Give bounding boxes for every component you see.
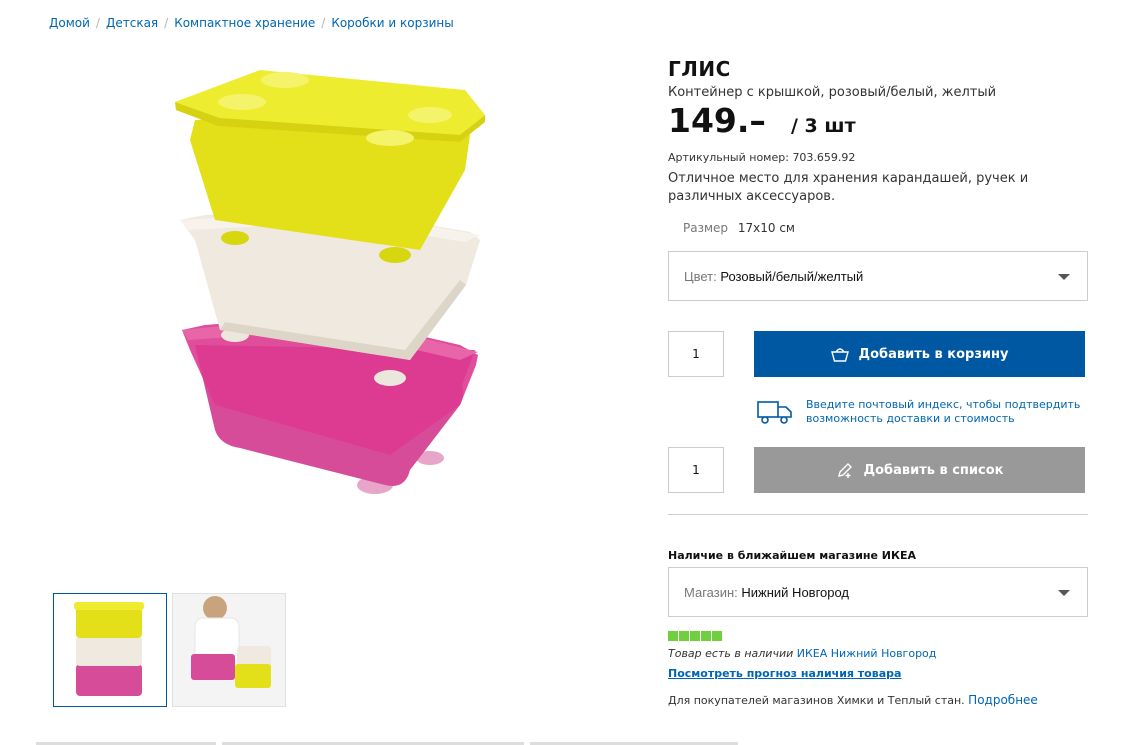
list-add-icon [836, 461, 854, 479]
stock-level-segment [701, 631, 711, 641]
color-select-value: Розовый/белый/желтый [720, 269, 864, 284]
thumbnail-lifestyle[interactable] [172, 593, 286, 707]
add-to-cart-label: Добавить в корзину [858, 346, 1009, 362]
stock-level-segment [690, 631, 700, 641]
stock-store-link[interactable]: ИКЕА Нижний Новгород [797, 647, 937, 660]
product-price: 149.– [668, 101, 766, 140]
store-note-text: Для покупателей магазинов Химки и Теплый… [668, 694, 965, 707]
availability-title: Наличие в ближайшем магазине ИКЕА [668, 549, 917, 562]
basket-icon [830, 346, 849, 362]
delivery-check[interactable]: Введите почтовый индекс, чтобы подтверди… [756, 398, 1086, 426]
thumbnail-child-image [173, 594, 285, 706]
breadcrumb-kids[interactable]: Детская [106, 16, 158, 30]
product-main-image[interactable] [160, 60, 500, 510]
breadcrumb-boxes-baskets[interactable]: Коробки и корзины [331, 16, 453, 30]
store-select[interactable]: Магазин: Нижний Новгород [668, 567, 1088, 617]
product-subtitle: Контейнер с крышкой, розовый/белый, желт… [668, 85, 997, 100]
stock-forecast-link[interactable]: Посмотреть прогноз наличия товара [668, 667, 901, 680]
stock-level-segment [679, 631, 689, 641]
add-to-list-button[interactable]: Добавить в список [754, 447, 1085, 493]
stock-status: Товар есть в наличии ИКЕА Нижний Новгоро… [668, 647, 936, 660]
article-label: Артикульный номер: [668, 151, 789, 164]
color-select[interactable]: Цвет: Розовый/белый/желтый [668, 251, 1088, 301]
add-to-list-label: Добавить в список [863, 462, 1004, 478]
breadcrumb: Домой / Детская / Компактное хранение / Коробк… [49, 16, 454, 30]
stacked-containers-image [175, 70, 485, 494]
store-note: Для покупателей магазинов Химки и Теплый… [668, 693, 1038, 707]
thumbnail-stack-image [74, 602, 144, 696]
size-value: 17x10 см [737, 221, 795, 235]
color-select-label: Цвет: [684, 269, 717, 284]
breadcrumb-home[interactable]: Домой [49, 16, 90, 30]
product-size: Размер 17x10 см [683, 221, 795, 235]
product-description: Отличное место для хранения карандашей, … [668, 171, 1029, 204]
product-name: ГЛИС [668, 57, 731, 81]
stock-level-segment [712, 631, 722, 641]
stock-status-text: Товар есть в наличии [668, 647, 794, 660]
store-note-link[interactable]: Подробнее [968, 693, 1038, 707]
article-number: Артикульный номер: 703.659.92 [668, 151, 855, 164]
color-select-text: Цвет: Розовый/белый/желтый [684, 269, 863, 284]
stock-level-segment [668, 631, 678, 641]
store-select-text: Магазин: Нижний Новгород [684, 585, 849, 600]
chevron-down-icon [1058, 274, 1070, 280]
thumbnail-product[interactable] [53, 593, 167, 707]
breadcrumb-compact-storage[interactable]: Компактное хранение [174, 16, 315, 30]
add-to-cart-button[interactable]: Добавить в корзину [754, 331, 1085, 377]
cart-quantity-input[interactable]: 1 [668, 331, 724, 377]
delivery-text[interactable]: Введите почтовый индекс, чтобы подтверди… [806, 398, 1086, 426]
stock-level-indicator [668, 631, 723, 641]
article-value: 703.659.92 [792, 151, 856, 164]
store-select-label: Магазин: [684, 585, 738, 600]
truck-icon [756, 398, 794, 426]
store-select-value: Нижний Новгород [741, 585, 850, 600]
breadcrumb-separator: / [164, 16, 169, 30]
breadcrumb-separator: / [321, 16, 326, 30]
size-label: Размер [683, 221, 729, 235]
price-unit: / 3 шт [791, 115, 856, 137]
divider [668, 514, 1088, 515]
breadcrumb-separator: / [95, 16, 100, 30]
list-quantity-input[interactable]: 1 [668, 447, 724, 493]
chevron-down-icon [1058, 590, 1070, 596]
